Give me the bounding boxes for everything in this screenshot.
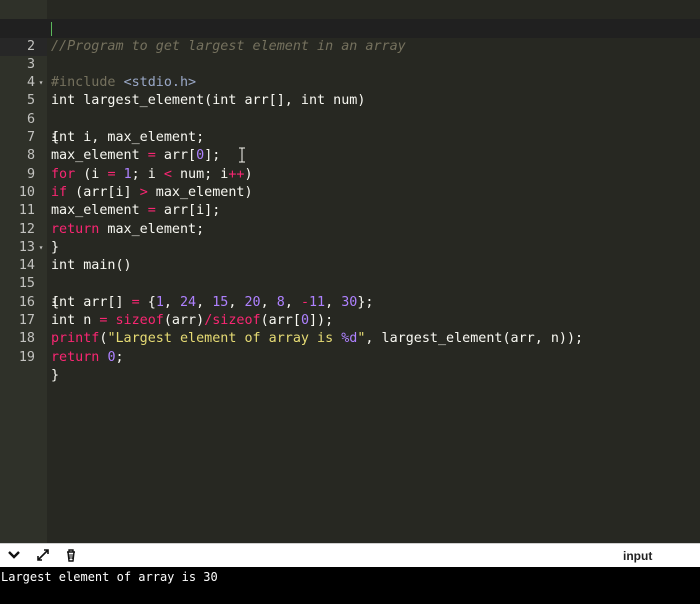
line-number: 19 xyxy=(18,349,35,365)
console-toolbar: input xyxy=(0,543,700,568)
code-line-3[interactable]: 3 #include <stdio.h> xyxy=(0,38,700,90)
code-line-14[interactable]: 14 ▾ { xyxy=(0,239,700,310)
code-editor[interactable]: 1 //Program to get largest element in an… xyxy=(0,0,700,543)
code-line-16[interactable]: 16 int n = sizeof(arr)/sizeof(arr[0]); xyxy=(0,276,700,328)
number-literal: 0 xyxy=(107,349,116,365)
code-line-13[interactable]: 13 int main() xyxy=(0,221,700,273)
code-line-6[interactable]: 6 int i, max_element; xyxy=(0,93,700,145)
code-line-11[interactable]: 11 return max_element; xyxy=(0,184,700,236)
text-cursor xyxy=(51,22,52,36)
fold-toggle-icon[interactable]: ▾ xyxy=(37,239,45,257)
code-line-1[interactable]: 1 //Program to get largest element in an… xyxy=(0,1,700,53)
expand-arrows-icon[interactable] xyxy=(35,548,51,564)
code-line-9[interactable]: 9 if (arr[i] > max_element) xyxy=(0,147,700,200)
keyword: return xyxy=(51,349,100,365)
code-line-19[interactable]: 19 } xyxy=(0,330,700,383)
code-token: ; xyxy=(115,349,124,365)
code-line-5[interactable]: 5 ▾ { xyxy=(0,74,700,145)
code-line-15[interactable]: 15 int arr[] = {1, 24, 15, 20, 8, -11, 3… xyxy=(0,257,700,309)
code-line-10[interactable]: 10 max_element = arr[i]; xyxy=(0,166,700,218)
code-line-8[interactable]: 8 for (i = 1; i < num; i++) xyxy=(0,129,700,181)
code-line-4[interactable]: 4 int largest_element(int arr[], int num… xyxy=(0,56,700,108)
trash-icon[interactable] xyxy=(63,548,79,564)
fold-toggle-icon[interactable]: ▾ xyxy=(37,74,45,92)
code-line-18[interactable]: 18 return 0; xyxy=(0,312,700,364)
code-line-12[interactable]: 12 } xyxy=(0,202,700,255)
code-line-17[interactable]: 17 printf("Largest element of array is %… xyxy=(0,294,700,346)
code-line-2-active[interactable]: 2 xyxy=(0,19,700,56)
console-output: Largest element of array is 30 xyxy=(0,567,700,604)
ibeam-cursor-icon xyxy=(238,147,246,163)
code-line-7[interactable]: 7 max_element = arr[0]; xyxy=(0,111,700,163)
code-text: } xyxy=(51,367,60,383)
chevron-down-icon[interactable] xyxy=(6,548,22,564)
input-label[interactable]: input xyxy=(623,549,652,563)
program-output-text: Largest element of array is 30 xyxy=(1,570,218,584)
